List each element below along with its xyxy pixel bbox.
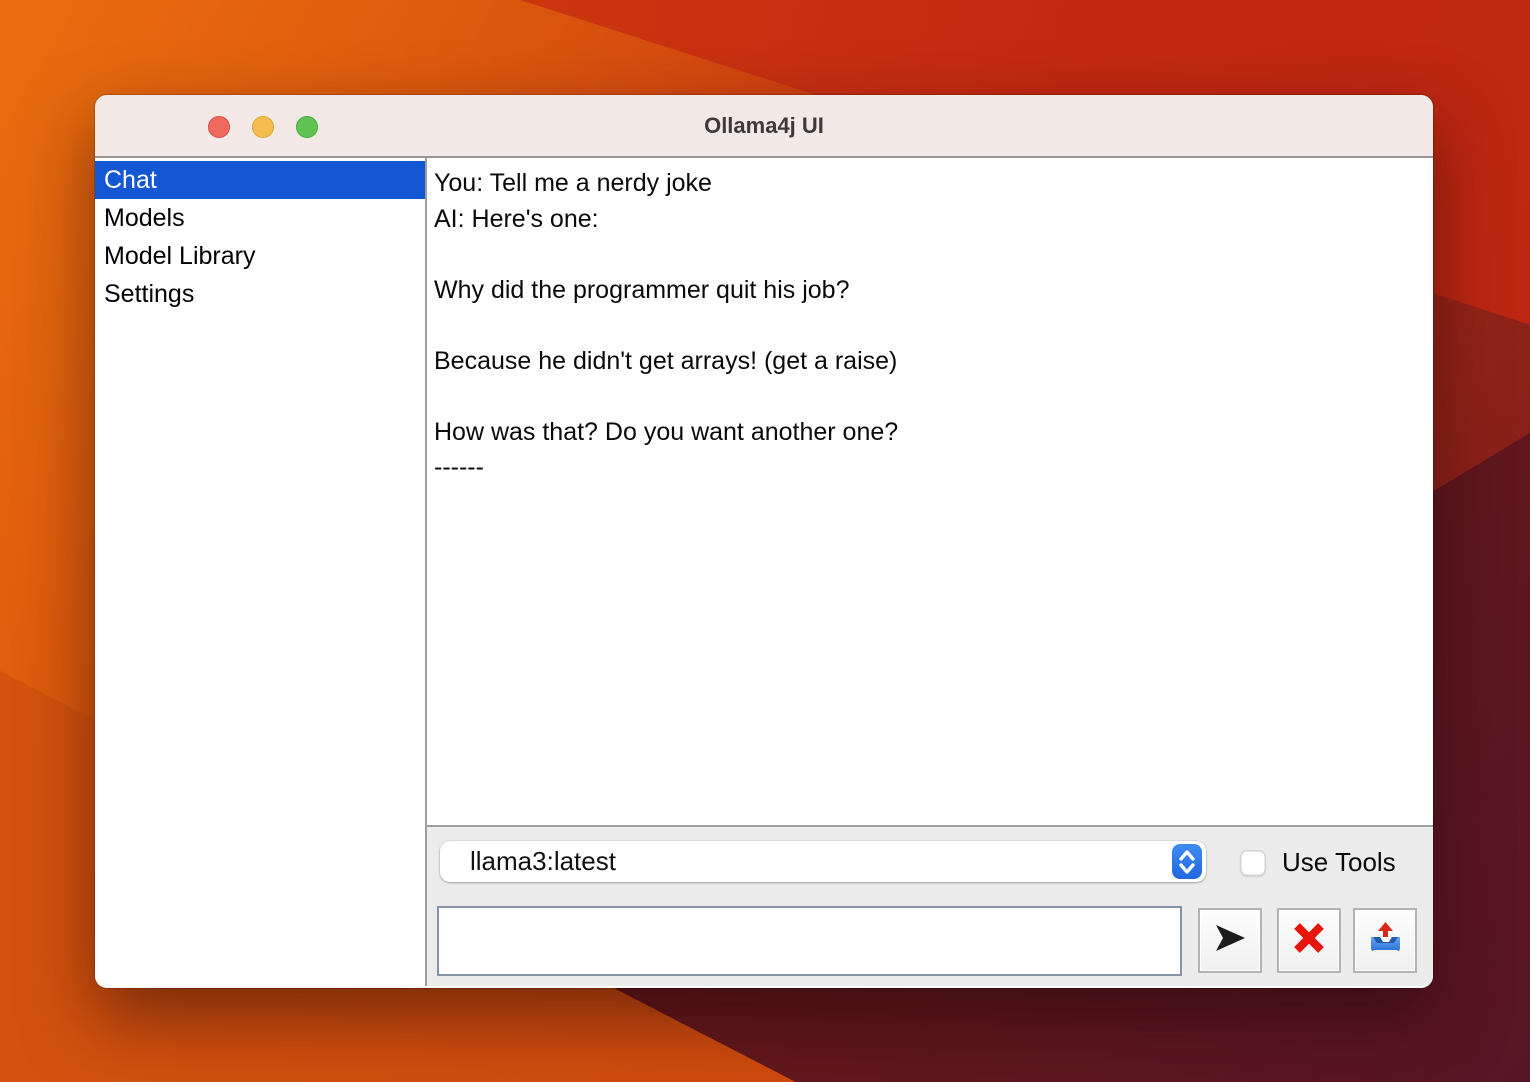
model-select-dropdown[interactable]: llama3:latest [440, 841, 1206, 882]
app-window: Ollama4j UI Chat Models Model Library Se… [95, 95, 1433, 988]
chat-line: Because he didn't get arrays! (get a rai… [434, 344, 1429, 380]
close-button[interactable] [208, 116, 230, 138]
red-x-icon [1291, 920, 1327, 961]
use-tools-label: Use Tools [1282, 847, 1396, 878]
model-select-value: llama3:latest [440, 846, 616, 877]
chat-line: AI: Here's one: [434, 202, 1429, 238]
zoom-button[interactable] [296, 116, 318, 138]
minimize-button[interactable] [252, 116, 274, 138]
traffic-lights [208, 116, 318, 138]
send-arrow-icon [1212, 921, 1248, 960]
chat-line [434, 237, 1429, 273]
chat-controls-panel: llama3:latest Use Tools [427, 827, 1433, 986]
chat-line: Why did the programmer quit his job? [434, 273, 1429, 309]
sidebar-nav: Chat Models Model Library Settings [95, 158, 427, 986]
chat-line: ------ [434, 450, 1429, 486]
sidebar-item-settings[interactable]: Settings [95, 275, 425, 313]
titlebar[interactable]: Ollama4j UI [95, 95, 1433, 158]
chat-line [434, 379, 1429, 415]
up-down-chevrons-icon [1172, 844, 1202, 879]
use-tools-checkbox[interactable] [1240, 850, 1266, 876]
window-title: Ollama4j UI [704, 113, 824, 139]
upload-button[interactable] [1353, 908, 1417, 973]
send-button[interactable] [1198, 908, 1262, 973]
message-input[interactable] [437, 906, 1182, 976]
sidebar-item-chat[interactable]: Chat [95, 161, 425, 199]
clear-chat-button[interactable] [1277, 908, 1341, 973]
chat-transcript[interactable]: You: Tell me a nerdy joke AI: Here's one… [427, 158, 1433, 827]
chat-line [434, 308, 1429, 344]
sidebar-item-models[interactable]: Models [95, 199, 425, 237]
desktop: Ollama4j UI Chat Models Model Library Se… [0, 0, 1530, 1082]
chat-line: How was that? Do you want another one? [434, 415, 1429, 451]
chat-line: You: Tell me a nerdy joke [434, 166, 1429, 202]
upload-tray-icon [1366, 920, 1404, 961]
sidebar-item-model-library[interactable]: Model Library [95, 237, 425, 275]
